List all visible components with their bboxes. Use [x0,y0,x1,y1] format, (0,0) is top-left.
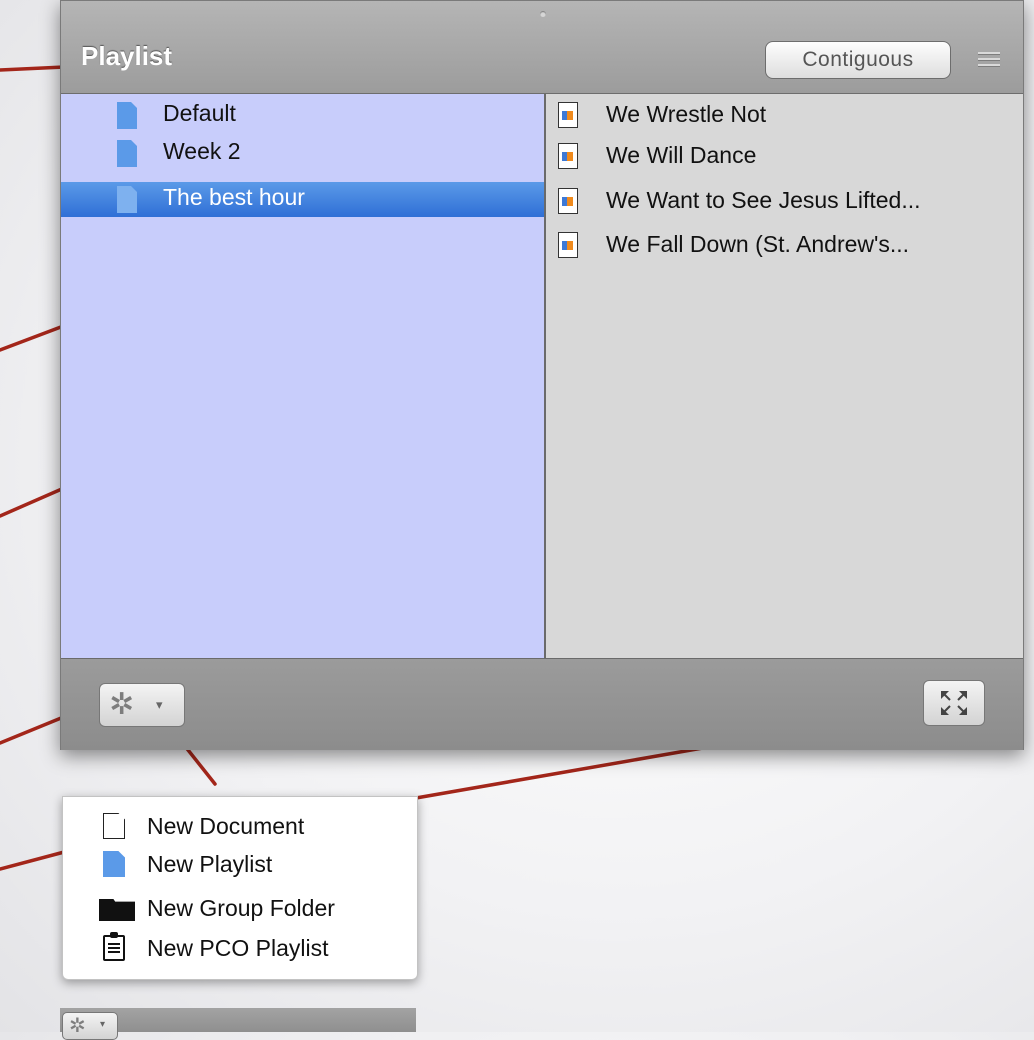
playlist-doc-icon [117,102,137,129]
song-item[interactable]: We Will Dance [546,139,1023,176]
song-list: We Wrestle Not We Will Dance We Want to … [546,94,1023,658]
panel-header: Playlist Contiguous [61,1,1023,94]
menu-item-label: New Group Folder [147,895,335,921]
song-file-icon [558,188,578,214]
song-item-label: We Want to See Jesus Lifted... [606,187,921,213]
playlist-item-week-2[interactable]: Week 2 [61,136,544,171]
song-item-label: We Fall Down (St. Andrew's... [606,231,910,257]
gear-action-button[interactable]: ✲ ▾ [99,683,185,727]
chevron-down-icon: ▾ [156,697,163,712]
document-icon [103,813,125,839]
expand-button[interactable] [923,680,985,726]
popup-footer-bar: ✲ ▾ [60,1008,416,1040]
callout-line-popup [0,849,70,871]
menu-item-label: New Document [147,813,305,839]
hamburger-menu-icon[interactable] [978,52,1000,68]
song-file-icon [558,232,578,258]
contiguous-button[interactable]: Contiguous [765,41,951,79]
panel-title: Playlist [81,41,173,71]
song-file-icon [558,143,578,169]
gear-icon: ✲ [69,1015,86,1037]
chevron-down-icon: ▾ [100,1019,106,1030]
gear-action-button-open[interactable]: ✲ ▾ [62,1012,118,1040]
menu-item-new-playlist[interactable]: New Playlist [63,847,417,883]
panel-footer: ✲ ▾ [61,658,1023,750]
menu-item-new-pco-playlist[interactable]: New PCO Playlist [63,931,417,967]
expand-icon [941,691,967,715]
playlist-doc-icon [117,140,137,167]
song-item-label: We Wrestle Not [606,101,767,127]
gear-icon: ✲ [109,688,135,721]
playlist-item-label: Default [163,100,236,126]
clipboard-icon [103,932,125,961]
menu-item-new-group-folder[interactable]: New Group Folder [63,891,417,927]
menu-item-label: New Playlist [147,851,273,877]
menu-item-label: New PCO Playlist [147,935,329,961]
playlist-item-label: The best hour [163,184,305,210]
playlist-doc-icon [117,186,137,213]
song-item[interactable]: We Fall Down (St. Andrew's... [546,228,1023,265]
song-item[interactable]: We Want to See Jesus Lifted... [546,184,1023,221]
playlist-item-label: Week 2 [163,138,241,164]
folder-icon [99,899,135,921]
playlist-item-the-best-hour[interactable]: The best hour [61,182,544,217]
playlist-list: Default Week 2 The best hour [61,94,546,658]
menu-item-new-document[interactable]: New Document [63,809,417,845]
playlist-panel: Playlist Contiguous Default Week 2 The b… [60,0,1024,750]
song-file-icon [558,102,578,128]
playlist-item-default[interactable]: Default [61,98,544,133]
resize-grip-icon[interactable] [540,11,546,17]
song-item[interactable]: We Wrestle Not [546,98,1023,135]
song-item-label: We Will Dance [606,142,757,168]
playlist-icon [103,851,125,877]
gear-popup-menu: New Document New Playlist New Group Fold… [62,796,418,980]
